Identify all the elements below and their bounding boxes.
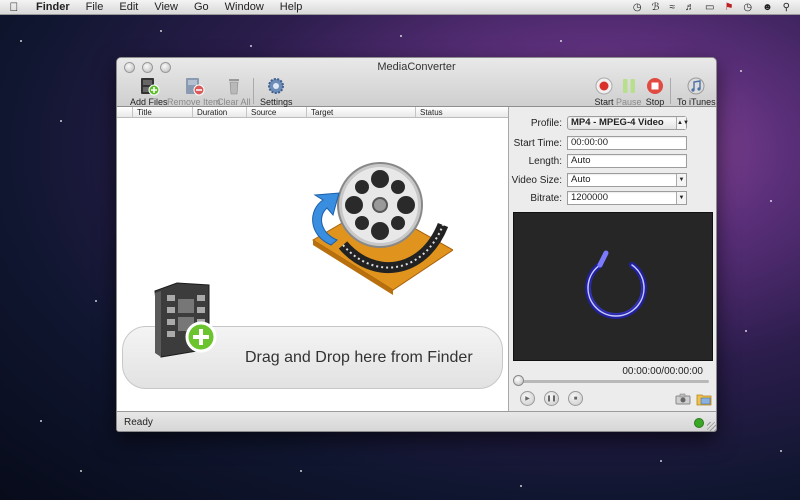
menu-extras: ◷ ℬ ≈ ♬ ▭ ⚑ ◷ ☻ ⚲ [633,2,800,13]
record-icon [592,76,616,96]
pause-preview-button[interactable]: ❚❚ [544,391,559,406]
menu-help[interactable]: Help [272,1,311,13]
pause-icon [617,76,641,96]
column-header-icon[interactable] [117,107,133,117]
start-time-input[interactable]: 00:00:00 [567,136,687,150]
flag-icon[interactable]: ⚑ [724,2,733,13]
play-button[interactable]: ▶ [520,391,535,406]
play-icon: ▶ [525,396,530,402]
wifi-icon[interactable]: ≈ [669,2,675,13]
bitrate-combobox[interactable]: 1200000 ▼ [567,191,687,205]
time-machine-icon[interactable]: ◷ [633,2,642,13]
profile-select[interactable]: MP4 - MPEG-4 Video ▲▼ [567,116,689,130]
add-files-button[interactable]: Add Files [130,76,168,107]
menu-edit[interactable]: Edit [111,1,146,13]
to-itunes-label: To iTunes [677,97,716,107]
toolbar-separator [670,78,671,104]
timecode-display: 00:00:00/00:00:00 [622,366,703,377]
file-list[interactable]: Title Duration Source Target Status Drag… [117,107,509,411]
film-remove-icon [182,76,206,96]
video-size-label: Video Size: [511,174,562,186]
to-itunes-button[interactable]: To iTunes [677,76,716,107]
start-time-label: Start Time: [513,137,562,149]
settings-panel: Profile: MP4 - MPEG-4 Video ▲▼ Start Tim… [510,107,716,411]
length-row: Length: Auto [510,154,687,168]
loading-spinner-icon [585,250,647,319]
video-size-combobox[interactable]: Auto ▼ [567,173,687,187]
playback-position-slider[interactable] [516,380,709,383]
remove-item-button[interactable]: Remove Item [167,76,221,107]
toolbar-separator [253,78,254,104]
window-title: MediaConverter [377,61,456,73]
length-label: Length: [528,155,562,167]
start-button[interactable]: Start [592,76,616,107]
profile-row: Profile: MP4 - MPEG-4 Video ▲▼ [510,116,689,130]
chevron-down-icon[interactable]: ▼ [676,174,686,186]
start-time-row: Start Time: 00:00:00 [510,136,687,150]
menu-go[interactable]: Go [186,1,217,13]
profile-value: MP4 - MPEG-4 Video [571,117,664,128]
column-header-duration[interactable]: Duration [193,107,247,117]
settings-label: Settings [260,97,293,107]
clear-all-button[interactable]: Clear All [217,76,251,107]
film-reel-icon [303,145,454,298]
spotlight-icon[interactable]: ⚲ [783,2,790,13]
video-size-row: Video Size: Auto ▼ [510,173,687,187]
file-list-header: Title Duration Source Target Status [117,107,508,118]
stop-button[interactable]: Stop [643,76,667,107]
add-files-label: Add Files [130,97,168,107]
length-input[interactable]: Auto [567,154,687,168]
updown-arrow-icon: ▲▼ [676,117,689,129]
clear-all-label: Clear All [217,97,251,107]
menu-bar:  Finder File Edit View Go Window Help ◷… [0,0,800,15]
gear-icon [264,76,288,96]
menu-app-name[interactable]: Finder [28,1,78,13]
trash-icon [222,76,246,96]
profile-label: Profile: [530,117,562,129]
stop-label: Stop [645,97,665,107]
pause-button[interactable]: Pause [616,76,642,107]
playback-slider-knob[interactable] [513,375,524,386]
itunes-icon [684,76,708,96]
bitrate-value: 1200000 [571,192,608,203]
menu-file[interactable]: File [78,1,112,13]
bluetooth-icon[interactable]: ℬ [652,2,660,13]
bitrate-row: Bitrate: 1200000 ▼ [510,191,687,205]
apple-menu-icon[interactable]:  [0,0,28,14]
start-label: Start [594,97,614,107]
clock-icon[interactable]: ◷ [743,2,752,13]
video-size-value: Auto [571,174,591,185]
volume-icon[interactable]: ♬ [685,2,695,13]
stop-icon [643,76,667,96]
open-folder-icon[interactable] [696,392,712,409]
chevron-down-icon[interactable]: ▼ [676,192,686,204]
mediaconverter-window: MediaConverter Add Files Remove Item Cle… [116,57,717,432]
menu-window[interactable]: Window [217,1,272,13]
resize-grip-icon[interactable] [707,422,716,431]
stop-icon: ■ [573,395,578,402]
column-header-target[interactable]: Target [307,107,416,117]
window-titlebar: MediaConverter Add Files Remove Item Cle… [117,58,716,107]
film-add-icon [137,76,161,96]
status-indicator-icon [694,418,704,428]
stop-preview-button[interactable]: ■ [568,391,583,406]
add-media-folder-icon [147,279,222,362]
pause-icon: ❚❚ [546,396,557,402]
snapshot-camera-icon[interactable] [675,393,691,408]
user-icon[interactable]: ☻ [762,2,773,13]
column-header-source[interactable]: Source [247,107,307,117]
battery-icon[interactable]: ▭ [705,2,714,13]
pause-label: Pause [616,97,642,107]
video-preview [513,212,713,361]
column-header-status[interactable]: Status [416,107,508,117]
settings-button[interactable]: Settings [260,76,293,107]
column-header-title[interactable]: Title [133,107,193,117]
remove-item-label: Remove Item [167,97,221,107]
status-bar: Ready [117,411,716,431]
status-text: Ready [124,417,153,428]
menu-view[interactable]: View [146,1,186,13]
drop-zone-text: Drag and Drop here from Finder [245,349,473,366]
bitrate-label: Bitrate: [530,192,562,204]
